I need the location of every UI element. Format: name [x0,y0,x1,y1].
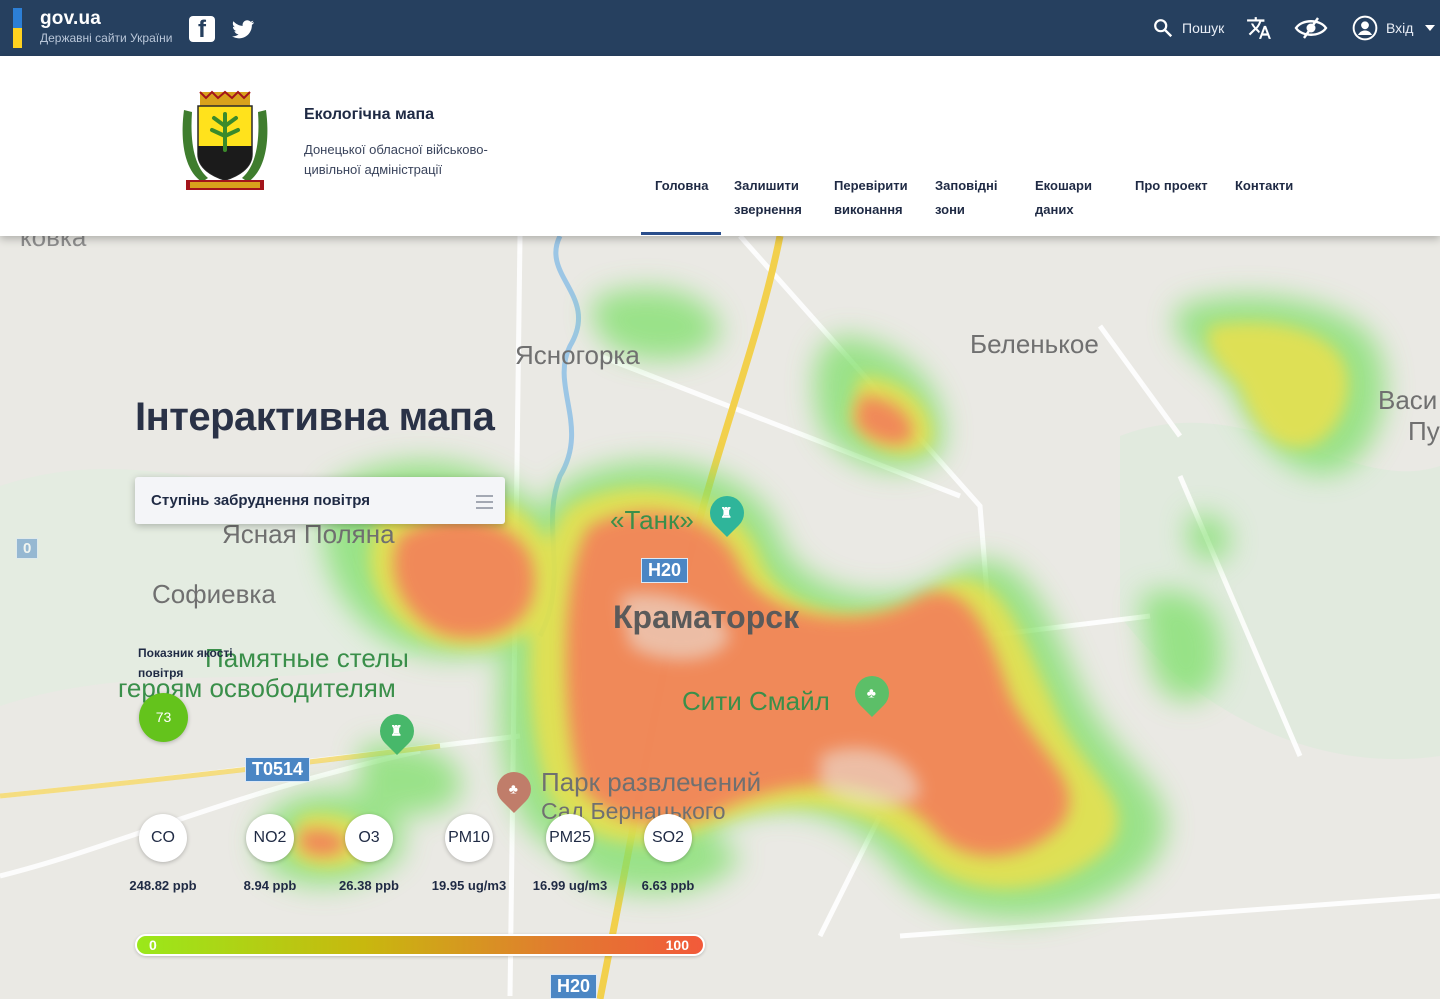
pollutant-o3[interactable]: O3 26.38 ppb [319,814,419,893]
pollutant-no2-value: 8.94 ppb [243,878,297,893]
facebook-icon[interactable]: f [189,16,215,43]
pollutant-co-value: 248.82 ppb [129,878,197,893]
site-title[interactable]: Екологічна мапа [304,106,434,124]
pollutant-pm10-name[interactable]: PM10 [445,814,493,862]
map-label-sofievka: Софиевка [152,579,276,609]
pollutant-so2-name[interactable]: SO2 [644,814,692,862]
search-button[interactable]: Пошук [1152,0,1224,56]
map-label-kramatorsk: Краматорск [613,599,800,635]
pollutant-no2[interactable]: NO2 8.94 ppb [220,814,320,893]
gov-top-bar: gov.ua Державні сайти України f Пошук Вх… [0,0,1440,56]
pollution-scale-bar: 0 100 [135,934,705,956]
map-label-pu: Пу [1408,416,1440,446]
page-title: Інтерактивна мапа [135,395,495,439]
twitter-icon[interactable] [230,16,256,42]
pollutant-pm25[interactable]: PM25 16.99 ug/m3 [520,814,620,893]
scale-max-label: 100 [665,937,689,953]
map-label-tank: «Танк» [610,505,694,535]
aqi-value-badge: 73 [139,693,188,742]
nav-item-about[interactable]: Про проект [1135,174,1208,198]
accessibility-eye-icon[interactable] [1294,0,1328,56]
pollutant-so2-value: 6.63 ppb [641,878,695,893]
pollutant-pm10[interactable]: PM10 19.95 ug/m3 [419,814,519,893]
scale-min-label: 0 [149,937,157,953]
pollutant-co[interactable]: CO 248.82 ppb [113,814,213,893]
gov-subtitle: Державні сайти України [40,31,173,45]
interactive-map[interactable]: ковка Ясногорка Беленькое Васи Пу «Танк»… [0,236,1440,999]
gov-ua-link[interactable]: gov.ua [40,8,101,30]
road-badge-t0514: T0514 [245,757,311,782]
pollutant-o3-name[interactable]: O3 [345,814,393,862]
pollutant-so2[interactable]: SO2 6.63 ppb [618,814,718,893]
search-label: Пошук [1182,20,1225,36]
map-label-city-smile: Сити Смайл [682,686,830,716]
pollutant-co-name[interactable]: CO [139,814,187,862]
pollutant-no2-name[interactable]: NO2 [246,814,294,862]
nav-item-contacts[interactable]: Контакти [1235,174,1293,198]
aqi-label: Показник якості повітря [138,646,233,680]
pollutant-pm10-value: 19.95 ug/m3 [431,878,507,893]
pollutant-o3-value: 26.38 ppb [339,878,399,893]
road-badge-h20-top: H20 [641,558,689,583]
pollutant-pm25-name[interactable]: PM25 [546,814,594,862]
nav-active-indicator [641,232,721,235]
pollution-layer-select-label: Ступінь забруднення повітря [151,492,371,509]
site-header: Екологічна мапа Донецької обласної війсь… [0,56,1440,236]
menu-icon[interactable] [476,495,493,513]
map-label-yasnogorka: Ясногорка [515,340,640,370]
ukraine-flag-icon [13,8,22,48]
nav-item-home[interactable]: Головна [655,174,708,198]
main-nav: Головна Залишити звернення Перевірити ви… [0,174,1440,236]
translate-icon[interactable] [1246,0,1272,56]
pollution-layer-select[interactable]: Ступінь забруднення повітря [135,477,505,524]
login-label: Вхід [1386,20,1414,36]
map-label-vasi: Васи [1378,385,1438,415]
caret-down-icon [1425,25,1436,31]
pollutant-pm25-value: 16.99 ug/m3 [532,878,608,893]
nav-item-reserve-zones[interactable]: Заповідні зони [935,174,1005,222]
road-badge-left-fragment: 0 [16,538,39,559]
nav-item-eco-layers[interactable]: Екошари даних [1035,174,1105,222]
road-badge-h20-bottom: H20 [550,974,598,999]
map-label-top-fragment: ковка [20,236,87,252]
login-button[interactable]: Вхід [1352,0,1436,56]
search-icon [1154,19,1173,38]
map-label-park-1: Парк развлечений [541,767,762,797]
user-icon [1352,15,1378,41]
nav-item-leave-request[interactable]: Залишити звернення [734,174,814,222]
map-label-belenkoe: Беленькое [970,329,1099,359]
nav-item-check-execution[interactable]: Перевірити виконання [834,174,914,222]
